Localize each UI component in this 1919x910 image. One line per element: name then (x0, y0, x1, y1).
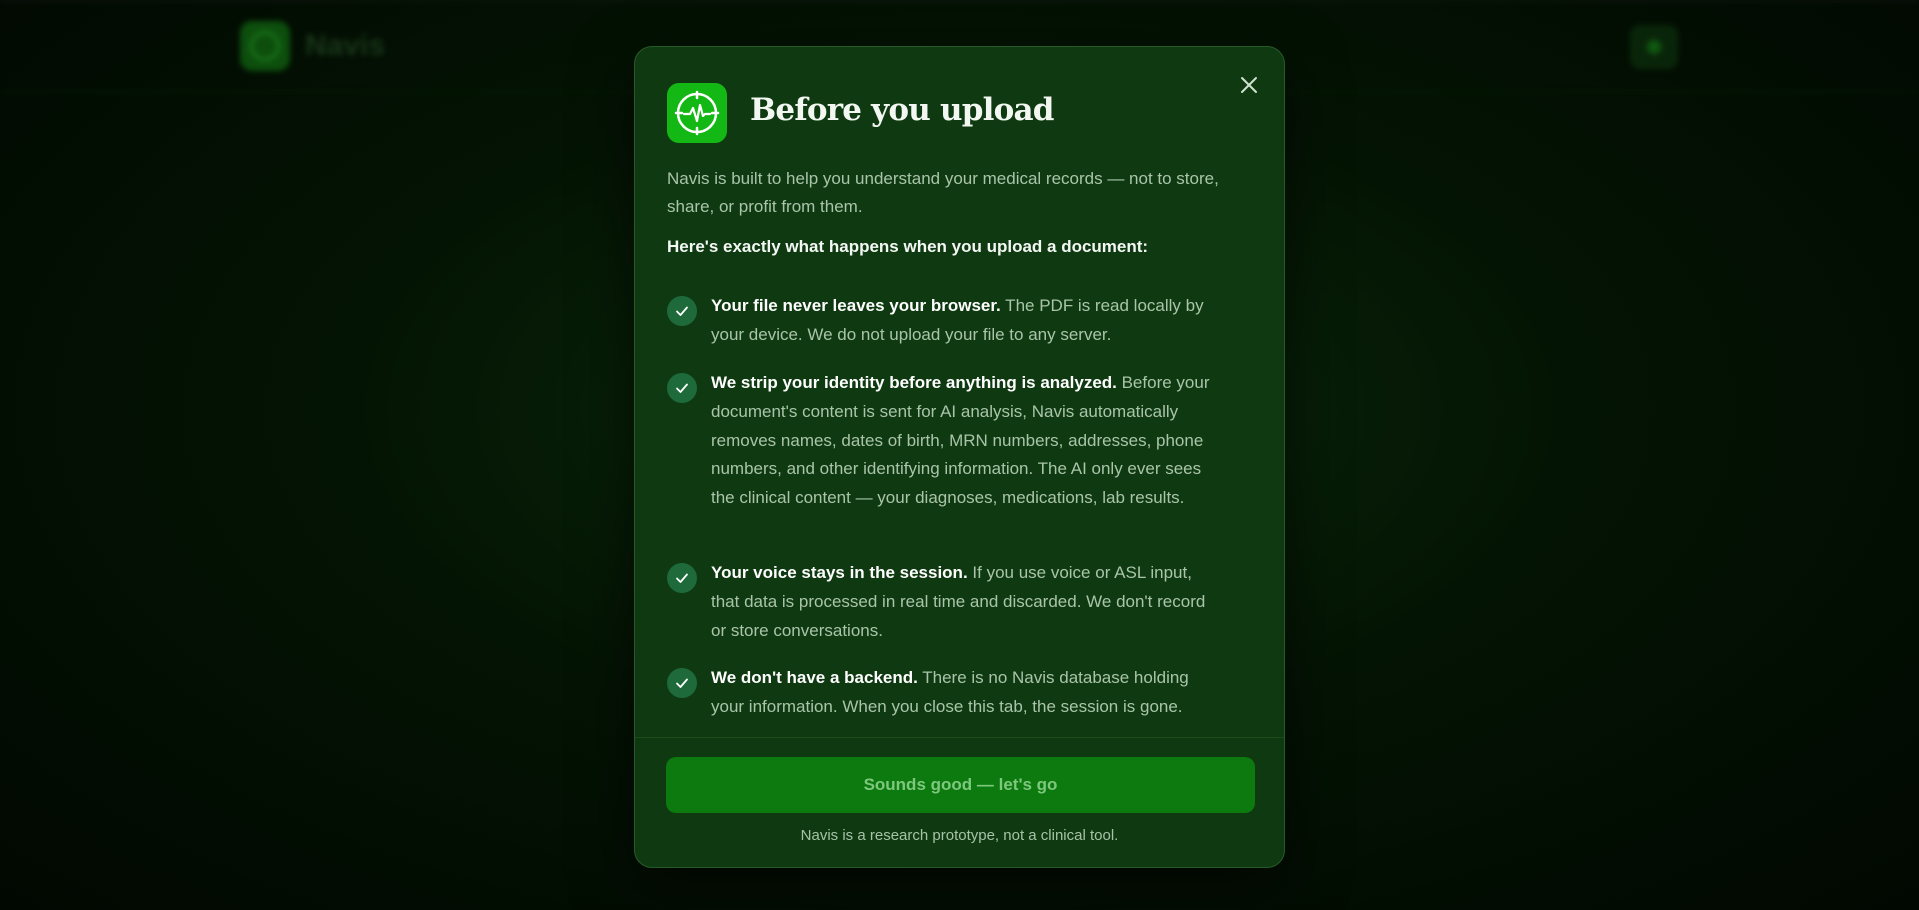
intro-text: Navis is built to help you understand yo… (667, 169, 1219, 216)
list-item-heading: Your voice stays in the session. (711, 563, 968, 582)
checkmark-icon (667, 373, 697, 403)
list-item-text: We don't have a backend. There is no Nav… (711, 664, 1221, 722)
disclaimer-text: Navis is a research prototype, not a cli… (800, 827, 1119, 844)
list-item-body: Before your document's content is sent f… (711, 373, 1210, 508)
list-item: Your voice stays in the session. If you … (667, 559, 1227, 649)
checkmark-icon (667, 296, 697, 326)
lead-text: Here's exactly what happens when you upl… (667, 237, 1149, 256)
checkmark-icon (667, 563, 697, 593)
list-item-heading: We don't have a backend. (711, 668, 918, 687)
heartbeat-monitor-icon (667, 83, 727, 143)
footer-divider (635, 737, 1284, 738)
close-button[interactable] (1233, 69, 1265, 101)
list-item: Your file never leaves your browser. The… (667, 292, 1227, 352)
header-logo-icon (240, 21, 290, 71)
checkmark-icon (667, 668, 697, 698)
close-icon (1241, 77, 1257, 93)
list-item-text: We strip your identity before anything i… (711, 369, 1221, 513)
list-item-heading: Your file never leaves your browser. (711, 296, 1001, 315)
privacy-modal: Before you upload Navis is built to help… (634, 46, 1285, 868)
header-brand-name: Navis (305, 29, 386, 62)
modal-title: Before you upload (750, 92, 1054, 128)
list-item: We don't have a backend. There is no Nav… (667, 664, 1227, 724)
list-item-text: Your file never leaves your browser. The… (711, 292, 1221, 350)
confirm-upload-button[interactable]: Sounds good — let's go (666, 757, 1255, 813)
header-action-button (1630, 25, 1678, 69)
list-item: We strip your identity before anything i… (667, 369, 1227, 544)
list-item-heading: We strip your identity before anything i… (711, 373, 1117, 392)
list-item-text: Your voice stays in the session. If you … (711, 559, 1221, 645)
